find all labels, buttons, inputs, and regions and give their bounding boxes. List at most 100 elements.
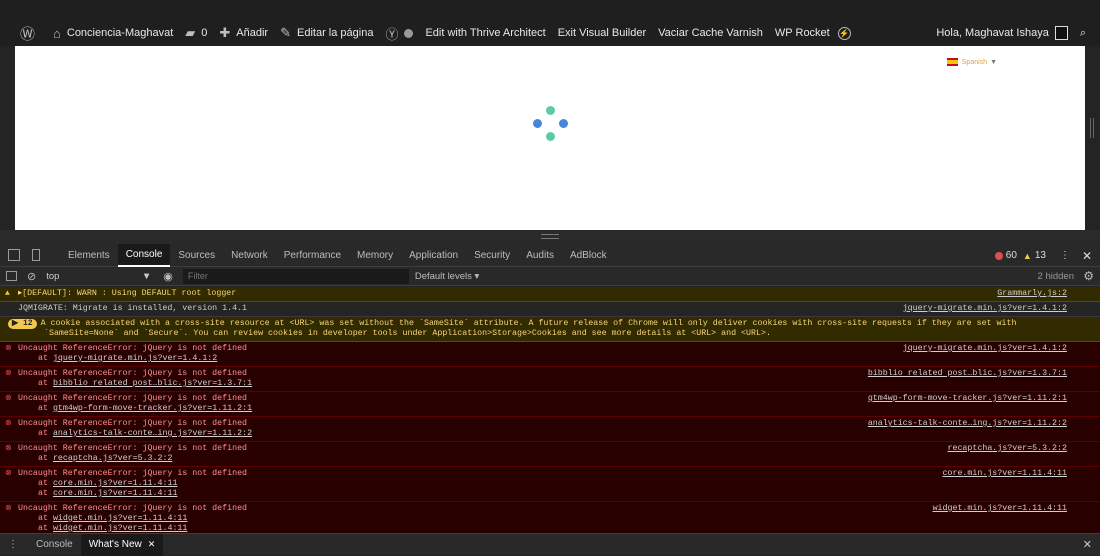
- console-error-message[interactable]: ⊗ Uncaught ReferenceError: jQuery is not …: [0, 392, 1100, 417]
- devtools-tab-bar: Elements Console Sources Network Perform…: [0, 243, 1100, 267]
- stack-link[interactable]: gtm4wp-form-move-tracker.js?ver=1.11.2:1: [53, 404, 252, 413]
- context-value: top: [46, 270, 60, 282]
- hidden-count: 2 hidden: [1037, 270, 1074, 282]
- stack-link[interactable]: core.min.js?ver=1.11.4:11: [53, 489, 177, 498]
- exit-builder-link[interactable]: Exit Visual Builder: [558, 27, 646, 39]
- site-name: Conciencia-Maghavat: [66, 27, 174, 39]
- yoast-icon: Ⓨ: [385, 26, 399, 42]
- console-error-message[interactable]: ⊗ Uncaught ReferenceError: jQuery is not …: [0, 502, 1100, 533]
- tab-adblock[interactable]: AdBlock: [562, 244, 615, 267]
- drawer-menu-icon[interactable]: ⋮: [8, 539, 18, 550]
- eye-icon[interactable]: ◉: [163, 270, 173, 283]
- error-icon: ⊗: [5, 444, 12, 453]
- varnish-link[interactable]: Vaciar Cache Varnish: [658, 27, 763, 39]
- thrive-link[interactable]: Edit with Thrive Architect: [425, 27, 545, 39]
- yoast-link[interactable]: Ⓨ: [385, 24, 414, 43]
- source-link[interactable]: gtm4wp-form-move-tracker.js?ver=1.11.2:1: [868, 394, 1067, 404]
- at-prefix: at: [38, 489, 48, 498]
- tab-sources[interactable]: Sources: [170, 244, 223, 267]
- devtools-resize-bar[interactable]: [0, 230, 1100, 244]
- stack-frame: at bibblio related post…blic.js?ver=1.3.…: [18, 379, 1100, 389]
- console-error-message[interactable]: ⊗ Uncaught ReferenceError: jQuery is not …: [0, 342, 1100, 367]
- wp-rocket-link[interactable]: WP Rocket ⚡: [775, 26, 851, 40]
- plus-icon: ✚: [219, 25, 231, 40]
- status-dot-icon: [404, 28, 414, 38]
- message-text: Uncaught ReferenceError: jQuery is not d…: [18, 469, 248, 478]
- stack-link[interactable]: recaptcha.js?ver=5.3.2:2: [53, 454, 173, 463]
- stack-frame: at core.min.js?ver=1.11.4:11: [18, 489, 1100, 499]
- console-message[interactable]: JQMIGRATE: Migrate is installed, version…: [0, 302, 1100, 317]
- wp-admin-bar: Ⓦ ⌂ Conciencia-Maghavat ▰ 0 ✚ Añadir ✎ Edita…: [0, 0, 1100, 46]
- source-link[interactable]: widget.min.js?ver=1.11.4:11: [933, 504, 1067, 514]
- comments-link[interactable]: ▰ 0: [185, 25, 207, 41]
- tab-application[interactable]: Application: [401, 244, 466, 267]
- drawer-tab-whats-new[interactable]: What's New ✕: [80, 533, 164, 556]
- repeat-count-badge: ▶ 12: [8, 319, 37, 329]
- warning-icon: ▲: [5, 289, 10, 298]
- close-icon[interactable]: ✕: [1083, 538, 1092, 551]
- source-link[interactable]: Grammarly.js:2: [997, 289, 1067, 299]
- stack-link[interactable]: core.min.js?ver=1.11.4:11: [53, 479, 177, 488]
- at-prefix: at: [38, 479, 48, 488]
- close-icon[interactable]: ✕: [148, 539, 156, 550]
- source-link[interactable]: jquery-migrate.min.js?ver=1.4.1:2: [903, 344, 1067, 354]
- at-prefix: at: [38, 404, 48, 413]
- viewport-side-handle[interactable]: [1090, 118, 1094, 138]
- home-icon: ⌂: [53, 25, 61, 41]
- tab-elements[interactable]: Elements: [60, 244, 118, 267]
- clear-icon[interactable]: ⊘: [27, 270, 36, 283]
- wordpress-icon[interactable]: Ⓦ: [20, 23, 41, 44]
- account-link[interactable]: Hola, Maghavat Ishaya: [936, 26, 1068, 40]
- source-link[interactable]: recaptcha.js?ver=5.3.2:2: [948, 444, 1068, 454]
- search-icon[interactable]: ⌕: [1080, 27, 1086, 40]
- context-select[interactable]: top ▼: [46, 271, 151, 282]
- tab-network[interactable]: Network: [223, 244, 276, 267]
- at-prefix: at: [38, 524, 48, 533]
- at-prefix: at: [38, 454, 48, 463]
- console-error-message[interactable]: ⊗ Uncaught ReferenceError: jQuery is not …: [0, 467, 1100, 502]
- page-viewport: Spanish ▼: [15, 46, 1085, 230]
- source-link[interactable]: jquery-migrate.min.js?ver=1.4.1:2: [903, 304, 1067, 314]
- console-message[interactable]: ▲ ▸[DEFAULT]: WARN : Using DEFAULT root …: [0, 287, 1100, 302]
- gear-icon[interactable]: ⚙: [1083, 269, 1094, 283]
- levels-select[interactable]: Default levels ▾: [415, 271, 479, 282]
- more-icon[interactable]: ⋮: [1060, 250, 1070, 261]
- console-error-message[interactable]: ⊗ Uncaught ReferenceError: jQuery is not …: [0, 417, 1100, 442]
- site-name-link[interactable]: ⌂ Conciencia-Maghavat: [53, 26, 173, 41]
- add-new-link[interactable]: ✚ Añadir: [219, 25, 268, 41]
- close-icon[interactable]: ✕: [1082, 249, 1092, 263]
- tab-audits[interactable]: Audits: [518, 244, 562, 267]
- source-link[interactable]: analytics-talk-conte…ing.js?ver=1.11.2:2: [868, 419, 1067, 429]
- tab-performance[interactable]: Performance: [276, 244, 349, 267]
- console-message-group[interactable]: ▶ 12 A cookie associated with a cross-sit…: [0, 317, 1100, 342]
- stack-link[interactable]: jquery-migrate.min.js?ver=1.4.1:2: [53, 354, 217, 363]
- drawer-tab-console[interactable]: Console: [28, 534, 81, 556]
- console-error-message[interactable]: ⊗ Uncaught ReferenceError: jQuery is not …: [0, 442, 1100, 467]
- comment-icon: ▰: [185, 25, 196, 40]
- stack-link[interactable]: bibblio related post…blic.js?ver=1.3.7:1: [53, 379, 252, 388]
- stack-frame: at recaptcha.js?ver=5.3.2:2: [18, 454, 1100, 464]
- sidebar-icon[interactable]: [6, 271, 17, 281]
- edit-page-link[interactable]: ✎ Editar la página: [280, 25, 373, 41]
- console-error-message[interactable]: ⊗ Uncaught ReferenceError: jQuery is not …: [0, 367, 1100, 392]
- language-switcher[interactable]: Spanish ▼: [946, 58, 997, 66]
- inspect-icon[interactable]: [8, 249, 20, 261]
- tab-security[interactable]: Security: [466, 244, 518, 267]
- stack-link[interactable]: widget.min.js?ver=1.11.4:11: [53, 524, 187, 533]
- error-icon: ⊗: [5, 344, 12, 353]
- stack-link[interactable]: widget.min.js?ver=1.11.4:11: [53, 514, 187, 523]
- at-prefix: at: [38, 379, 48, 388]
- filter-input[interactable]: [182, 268, 409, 284]
- source-link[interactable]: bibblio related post…blic.js?ver=1.3.7:1: [868, 369, 1067, 379]
- warning-count: 13: [1034, 250, 1046, 261]
- stack-link[interactable]: analytics-talk-conte…ing.js?ver=1.11.2:2: [53, 429, 252, 438]
- at-prefix: at: [38, 429, 48, 438]
- device-icon[interactable]: [32, 249, 40, 261]
- source-link[interactable]: core.min.js?ver=1.11.4:11: [943, 469, 1067, 479]
- message-text: A cookie associated with a cross-site re…: [40, 319, 1017, 328]
- message-text: Uncaught ReferenceError: jQuery is not d…: [18, 444, 248, 453]
- tab-console[interactable]: Console: [117, 243, 171, 267]
- tab-memory[interactable]: Memory: [349, 244, 401, 267]
- spinner-dot: [546, 106, 555, 115]
- issue-counters[interactable]: 60 ▲ 13 ⋮ ✕: [994, 244, 1100, 267]
